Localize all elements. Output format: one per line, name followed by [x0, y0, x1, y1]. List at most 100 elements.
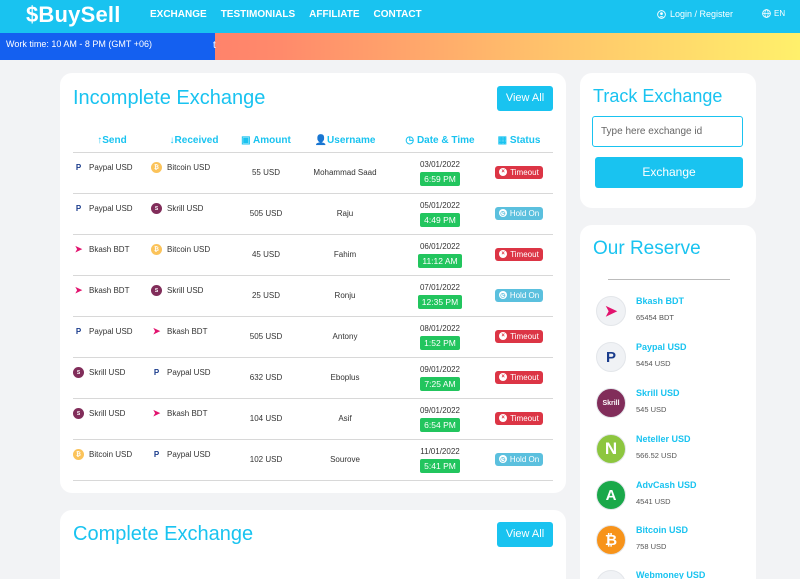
- status-cell: × Timeout: [485, 316, 553, 358]
- received-currency: Bitcoin USD: [167, 163, 211, 172]
- received-cell: ➤ Bkash BDT: [151, 398, 237, 440]
- username-cell: Eboplus: [295, 357, 395, 399]
- paypal-icon: P: [151, 367, 162, 378]
- time-badge: 1:52 PM: [420, 335, 460, 350]
- skrill-icon: S: [73, 408, 84, 419]
- table-row[interactable]: P Paypal USD S Skrill USD 505 USD Raju 05/01/2…: [73, 193, 553, 235]
- date-text: 05/01/2022: [419, 200, 461, 210]
- calendar-icon: ▦: [497, 135, 510, 147]
- received-cell: ₿ Bitcoin USD: [151, 234, 237, 276]
- received-cell: ₿ Bitcoin USD: [151, 152, 237, 194]
- date-text: 07/01/2022: [419, 282, 461, 292]
- our-reserve-title: Our Reserve: [593, 238, 701, 259]
- login-link[interactable]: Login / Register: [657, 9, 733, 19]
- reserve-divider: [608, 279, 730, 280]
- neteller-icon: N: [596, 434, 626, 464]
- date-text: 03/01/2022: [419, 159, 461, 169]
- reserve-item-webmoney: W Webmoney USD: [596, 570, 705, 579]
- amount-cell: 505 USD: [237, 316, 295, 358]
- skrill-icon: S: [151, 285, 162, 296]
- received-cell: ➤ Bkash BDT: [151, 316, 237, 358]
- time-badge: 12:35 PM: [417, 294, 463, 309]
- globe-icon: [762, 9, 771, 18]
- status-badge: × Timeout: [495, 370, 543, 384]
- time-badge: 5:41 PM: [420, 458, 460, 473]
- close-icon: ×: [499, 168, 508, 177]
- send-cell: ➤ Bkash BDT: [73, 234, 151, 276]
- language-select[interactable]: EN: [762, 9, 785, 18]
- nav-exchange[interactable]: EXCHANGE: [150, 9, 207, 20]
- amount-cell: 102 USD: [237, 439, 295, 481]
- username-cell: Sourove: [295, 439, 395, 481]
- date-time-cell: 08/01/2022 1:52 PM: [395, 316, 485, 358]
- table-row[interactable]: P Paypal USD ₿ Bitcoin USD 55 USD Mohammad Sa…: [73, 152, 553, 194]
- time-badge: 4:49 PM: [420, 212, 460, 227]
- received-cell: S Skrill USD: [151, 275, 237, 317]
- time-badge: 6:59 PM: [420, 171, 460, 186]
- username-cell: Mohammad Saad: [295, 152, 395, 194]
- date-time-cell: 09/01/2022 7:25 AM: [395, 357, 485, 399]
- exchange-id-input[interactable]: [592, 116, 743, 147]
- time-badge: 11:12 AM: [418, 253, 462, 268]
- track-exchange-button[interactable]: Exchange: [595, 157, 743, 188]
- reserve-name: AdvCash USD: [636, 480, 697, 490]
- received-currency: Paypal USD: [167, 450, 211, 459]
- received-currency: Bkash BDT: [167, 409, 208, 418]
- send-currency: Bitcoin USD: [89, 450, 133, 459]
- table-row[interactable]: S Skrill USD P Paypal USD 632 USD Eboplus 09/0…: [73, 357, 553, 399]
- complete-view-all-button[interactable]: View All: [497, 522, 553, 547]
- received-currency: Bitcoin USD: [167, 245, 211, 254]
- money-icon: ▣: [241, 135, 254, 147]
- clock-icon: ◷: [498, 291, 507, 299]
- site-logo[interactable]: $BuySell: [26, 2, 121, 28]
- send-cell: S Skrill USD: [73, 357, 151, 399]
- date-time-cell: 06/01/2022 11:12 AM: [395, 234, 485, 276]
- reserve-item-advcash: A AdvCash USD 4541 USD: [596, 480, 697, 510]
- send-cell: S Skrill USD: [73, 398, 151, 440]
- user-icon: [657, 9, 666, 19]
- status-cell: ◷ Hold On: [485, 439, 553, 481]
- send-cell: ➤ Bkash BDT: [73, 275, 151, 317]
- send-cell: P Paypal USD: [73, 316, 151, 358]
- table-row[interactable]: S Skrill USD ➤ Bkash BDT 104 USD Asif 09/01/20…: [73, 398, 553, 440]
- reserve-item-neteller: N Neteller USD 566.52 USD: [596, 434, 691, 464]
- nav-affiliate[interactable]: AFFILIATE: [309, 9, 359, 20]
- date-time-cell: 03/01/2022 6:59 PM: [395, 152, 485, 194]
- username-cell: Fahim: [295, 234, 395, 276]
- reserve-name: Paypal USD: [636, 342, 687, 352]
- date-text: 11/01/2022: [420, 446, 460, 456]
- reserve-amount: 566.52 USD: [636, 451, 677, 460]
- username-cell: Asif: [295, 398, 395, 440]
- status-badge: ◷ Hold On: [494, 288, 544, 302]
- table-header-row: ↑Send ↓Received ▣ Amount 👤Username ◷ Dat…: [73, 130, 553, 153]
- nav-testimonials[interactable]: TESTIMONIALS: [221, 9, 295, 20]
- reserve-item-bkash: ➤ Bkash BDT 65454 BDT: [596, 296, 684, 326]
- login-label: Login / Register: [670, 9, 734, 19]
- status-badge: × Timeout: [495, 165, 543, 179]
- ticker-text: t: [213, 40, 216, 51]
- amount-cell: 505 USD: [237, 193, 295, 235]
- time-badge: 6:54 PM: [420, 417, 460, 432]
- col-received: ↓Received: [151, 130, 237, 153]
- col-status: ▦ Status: [485, 130, 553, 153]
- close-icon: ×: [499, 332, 508, 341]
- status-cell: × Timeout: [485, 234, 553, 276]
- navbar: $BuySell EXCHANGE TESTIMONIALS AFFILIATE…: [0, 0, 800, 33]
- table-row[interactable]: ➤ Bkash BDT S Skrill USD 25 USD Ronju 07/01/20…: [73, 275, 553, 317]
- table-row[interactable]: ₿ Bitcoin USD P Paypal USD 102 USD Sourove 11/…: [73, 439, 553, 481]
- col-username: 👤Username: [295, 130, 395, 153]
- received-currency: Bkash BDT: [167, 327, 208, 336]
- incomplete-exchange-title: Incomplete Exchange: [73, 87, 266, 109]
- col-amount: ▣ Amount: [237, 130, 295, 153]
- incomplete-view-all-button[interactable]: View All: [497, 86, 553, 111]
- status-badge: × Timeout: [495, 329, 543, 343]
- nav-contact[interactable]: CONTACT: [374, 9, 422, 20]
- status-badge: ◷ Hold On: [494, 206, 544, 220]
- received-currency: Paypal USD: [167, 368, 211, 377]
- username-cell: Ronju: [295, 275, 395, 317]
- received-currency: Skrill USD: [167, 286, 204, 295]
- table-row[interactable]: P Paypal USD ➤ Bkash BDT 505 USD Antony 08/01/…: [73, 316, 553, 358]
- table-row[interactable]: ➤ Bkash BDT ₿ Bitcoin USD 45 USD Fahim 06/01/2…: [73, 234, 553, 276]
- send-currency: Bkash BDT: [89, 245, 130, 254]
- bkash-icon: ➤: [151, 326, 162, 337]
